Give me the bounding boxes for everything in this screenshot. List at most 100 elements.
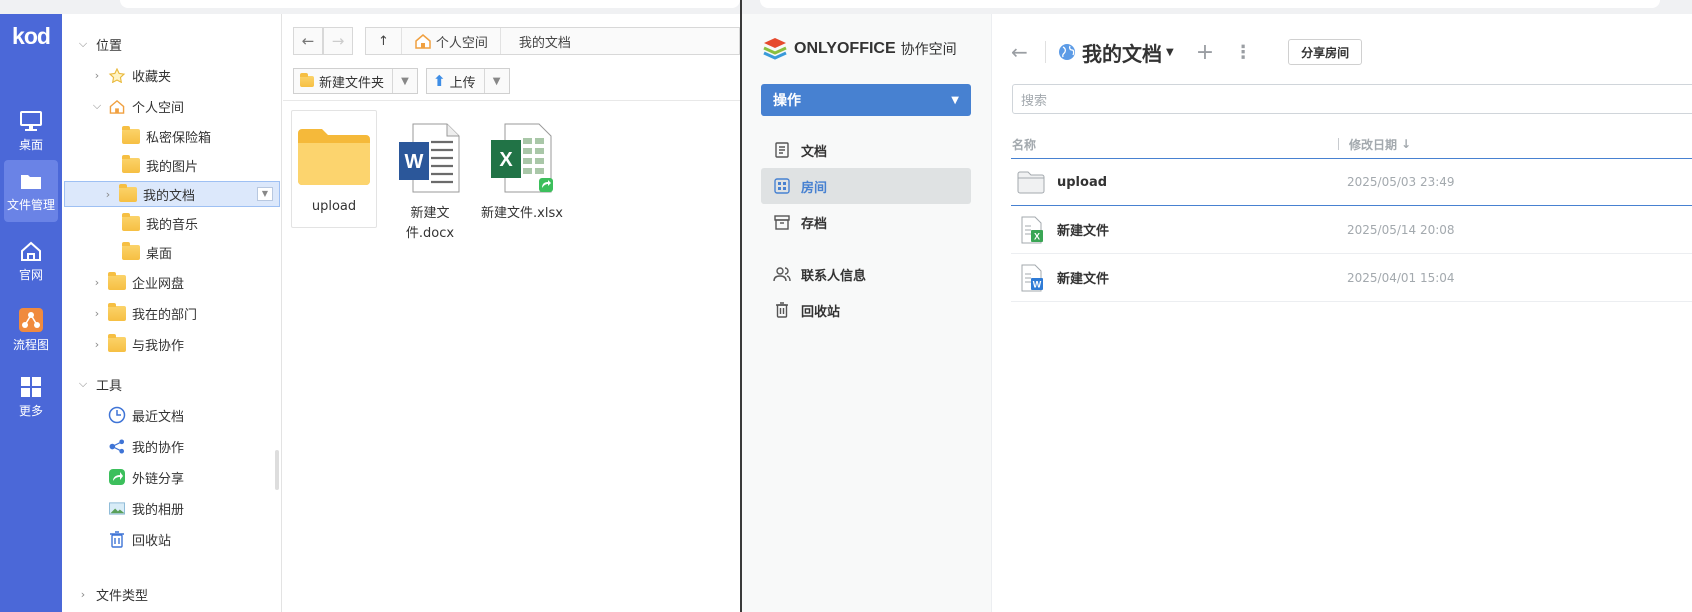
rail-item-more[interactable]: 更多	[0, 366, 62, 428]
rail-item-file-manager[interactable]: 文件管理	[4, 160, 58, 222]
folder-icon	[122, 154, 140, 173]
tree-item-desktop[interactable]: 桌面	[118, 239, 172, 265]
breadcrumb-my-documents[interactable]: 我的文档	[501, 28, 583, 54]
tree-item-personal-space[interactable]: ⌵ 个人空间	[90, 93, 184, 119]
column-modified[interactable]: 修改日期 ↓	[1338, 136, 1411, 153]
file-name: 新建文 件.docx	[387, 204, 473, 244]
onlyoffice-logo[interactable]: ONLYOFFICE 协作空间	[762, 36, 957, 62]
row-name: 新建文件	[1057, 272, 1110, 287]
column-headers: 名称 修改日期 ↓	[1012, 130, 1692, 158]
chevron-right-icon: ›	[80, 587, 86, 601]
tree-label: 我的图片	[146, 159, 199, 175]
arrow-left-icon[interactable]: ←	[1011, 40, 1041, 64]
tree-label: 我的协作	[132, 440, 185, 456]
up-button[interactable]: ↑	[366, 28, 402, 54]
table-row[interactable]: X 新建文件 2025/05/14 20:08	[1011, 206, 1692, 254]
breadcrumb-label: 个人空间	[435, 35, 488, 51]
column-name[interactable]: 名称	[1012, 136, 1036, 153]
column-modified-label: 修改日期	[1349, 137, 1398, 152]
tree-item-private-vault[interactable]: 私密保险箱	[118, 123, 211, 149]
tree-item-enterprise-disk[interactable]: › 企业网盘	[90, 269, 184, 295]
nav-documents[interactable]: 文档	[761, 132, 971, 168]
rail-item-website[interactable]: 官网	[0, 230, 62, 292]
back-button[interactable]: ←	[293, 27, 323, 55]
arrow-up-icon: ↑	[378, 33, 389, 49]
tree-label: 最近文档	[132, 409, 185, 425]
chevron-right-icon: ›	[94, 337, 100, 351]
search-input[interactable]: 搜索	[1012, 84, 1692, 114]
tree-item-favorites[interactable]: › 收藏夹	[90, 62, 171, 88]
nav-trash[interactable]: 回收站	[761, 292, 971, 328]
home-icon	[21, 241, 41, 261]
room-title[interactable]: 我的文档	[1082, 38, 1162, 67]
brand-subtitle: 协作空间	[900, 42, 957, 58]
table-row[interactable]: W 新建文件 2025/04/01 15:04	[1011, 254, 1692, 302]
tree-item-my-department[interactable]: › 我在的部门	[90, 300, 197, 326]
chevron-down-icon: ⌵	[78, 37, 88, 50]
word-file-icon: W	[1021, 264, 1043, 291]
tree-label: 工具	[96, 378, 123, 394]
contacts-icon	[773, 266, 791, 282]
chevron-right-icon: ›	[105, 187, 111, 201]
chevron-down-icon: ▼	[951, 94, 959, 106]
tree-item-my-pictures[interactable]: 我的图片	[118, 152, 198, 178]
breadcrumb-label: 我的文档	[518, 35, 571, 51]
file-item-upload[interactable]: upload	[291, 110, 377, 228]
arrow-right-icon: →	[331, 32, 345, 50]
tree-section-file-types[interactable]: › 文件类型	[76, 581, 148, 607]
tree-label: 与我协作	[132, 338, 185, 354]
folder-tree: ⌵ 位置 › 收藏夹 ⌵ 个人空间 私密保险箱 我的图片 › 我的文档 ▼ 我的…	[62, 14, 282, 612]
tree-item-my-documents[interactable]: › 我的文档 ▼	[64, 181, 280, 207]
rail-item-label: 流程图	[12, 338, 49, 352]
breadcrumb-personal-space[interactable]: 个人空间	[402, 28, 501, 54]
folder-icon	[119, 183, 137, 202]
kod-logo[interactable]: kod	[0, 14, 62, 58]
actions-button[interactable]: 操作 ▼	[761, 84, 971, 116]
file-item-xlsx[interactable]: X 新建文件.xlsx	[479, 110, 565, 224]
rail-item-desktop[interactable]: 桌面	[0, 100, 62, 162]
file-name: upload	[311, 199, 357, 214]
svg-text:X: X	[499, 149, 513, 171]
tree-item-menu-button[interactable]: ▼	[257, 187, 273, 201]
table-row[interactable]: upload 2025/05/03 23:49	[1011, 158, 1692, 206]
tree-item-my-album[interactable]: 我的相册	[104, 495, 184, 521]
tree-label: 我的文档	[143, 188, 196, 204]
file-item-docx[interactable]: W 新建文 件.docx	[387, 110, 473, 244]
column-resize-handle[interactable]	[1338, 138, 1339, 150]
tree-item-my-collab[interactable]: 我的协作	[104, 433, 184, 459]
share-room-button[interactable]: 分享房间	[1288, 39, 1363, 65]
archive-icon	[773, 214, 791, 230]
chevron-down-icon[interactable]: ▼	[393, 76, 417, 87]
chevron-right-icon: ›	[94, 275, 100, 289]
kebab-menu-icon[interactable]: ⋮	[1234, 42, 1252, 63]
home-icon	[415, 34, 431, 49]
tree-item-recent-docs[interactable]: 最近文档	[104, 402, 184, 428]
new-folder-button[interactable]: 新建文件夹 ▼	[293, 68, 419, 94]
row-date: 2025/05/03 23:49	[1347, 175, 1455, 189]
caret-down-icon[interactable]: ▼	[1166, 47, 1174, 58]
onlyoffice-layers-icon	[763, 38, 787, 60]
tree-item-my-music[interactable]: 我的音乐	[118, 210, 198, 236]
chevron-down-icon[interactable]: ▼	[485, 76, 509, 87]
tree-section-location[interactable]: ⌵ 位置	[76, 31, 122, 57]
rail-item-label: 桌面	[18, 138, 43, 152]
upload-button[interactable]: ⬆ 上传 ▼	[426, 68, 510, 94]
tree-item-collab-with-me[interactable]: › 与我协作	[90, 331, 184, 357]
chevron-down-icon: ⌵	[92, 99, 102, 112]
tree-section-tools[interactable]: ⌵ 工具	[76, 371, 122, 397]
nav-contacts[interactable]: 联系人信息	[761, 256, 971, 292]
nav-archive[interactable]: 存档	[761, 204, 971, 240]
tree-item-recycle-bin[interactable]: 回收站	[104, 526, 171, 552]
rooms-icon	[773, 178, 791, 194]
grid-icon	[21, 377, 41, 397]
tree-item-external-share[interactable]: 外链分享	[104, 464, 184, 490]
file-name-line2: 件.docx	[405, 226, 455, 241]
forward-button[interactable]: →	[323, 27, 353, 55]
word-document-icon: W	[399, 123, 460, 193]
plus-icon[interactable]: +	[1196, 40, 1214, 65]
nav-rooms[interactable]: 房间	[761, 168, 971, 204]
rail-item-flowchart[interactable]: 流程图	[0, 298, 62, 360]
tree-scrollbar[interactable]	[275, 450, 279, 490]
upload-arrow-icon: ⬆	[433, 72, 446, 90]
excel-spreadsheet-icon: X	[491, 123, 553, 193]
